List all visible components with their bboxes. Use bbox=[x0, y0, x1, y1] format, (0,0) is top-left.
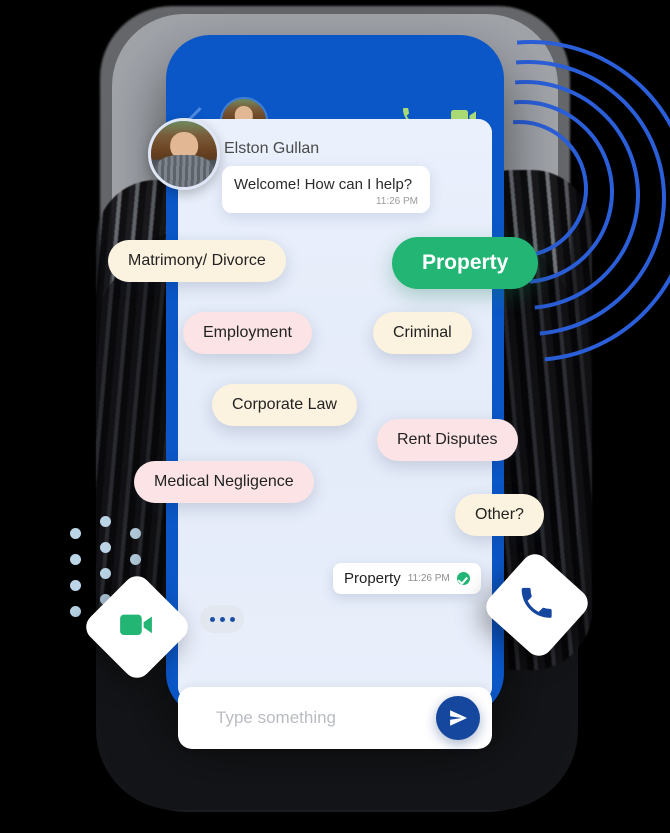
decor-dot bbox=[130, 528, 141, 539]
decor-dot bbox=[70, 528, 81, 539]
chip-matrimony-divorce[interactable]: Matrimony/ Divorce bbox=[108, 240, 286, 282]
send-button[interactable] bbox=[436, 696, 480, 740]
outgoing-message-time: 11:26 PM bbox=[407, 573, 450, 584]
typing-dot bbox=[209, 616, 215, 622]
message-composer[interactable]: Type something bbox=[178, 687, 492, 749]
outgoing-message-text: Property bbox=[344, 570, 401, 587]
scene: Type something Elston Gullan Welcome! Ho… bbox=[0, 0, 670, 833]
send-paper-plane-icon bbox=[450, 710, 468, 726]
incoming-message-time: 11:26 PM bbox=[375, 196, 418, 207]
chip-other[interactable]: Other? bbox=[455, 494, 544, 536]
chip-rent-disputes[interactable]: Rent Disputes bbox=[377, 419, 518, 461]
outgoing-message-bubble: Property 11:26 PM bbox=[333, 563, 481, 594]
decor-dot bbox=[100, 516, 111, 527]
decor-dot bbox=[130, 554, 141, 565]
chat-header bbox=[166, 35, 504, 145]
phone-icon bbox=[517, 583, 557, 628]
video-camera-icon bbox=[118, 611, 156, 644]
typing-dot bbox=[229, 616, 235, 622]
decor-dot bbox=[70, 606, 81, 617]
chip-property[interactable]: Property bbox=[392, 237, 539, 289]
decor-dot bbox=[70, 580, 81, 591]
typing-dot bbox=[219, 616, 225, 622]
incoming-message-text: Welcome! How can I help? bbox=[234, 176, 413, 193]
chip-criminal[interactable]: Criminal bbox=[373, 312, 472, 354]
decor-dot bbox=[100, 568, 111, 579]
typing-indicator bbox=[200, 605, 244, 633]
chip-corporate-law[interactable]: Corporate Law bbox=[212, 384, 357, 426]
decor-dot bbox=[70, 554, 81, 565]
check-circle-icon bbox=[456, 572, 470, 585]
sender-avatar bbox=[148, 118, 220, 190]
chip-employment[interactable]: Employment bbox=[183, 312, 312, 354]
incoming-message-bubble: Welcome! How can I help? 11:26 PM bbox=[222, 166, 430, 213]
sender-name: Elston Gullan bbox=[224, 140, 320, 157]
chip-medical-negligence[interactable]: Medical Negligence bbox=[134, 461, 314, 503]
decor-dot bbox=[100, 542, 111, 553]
